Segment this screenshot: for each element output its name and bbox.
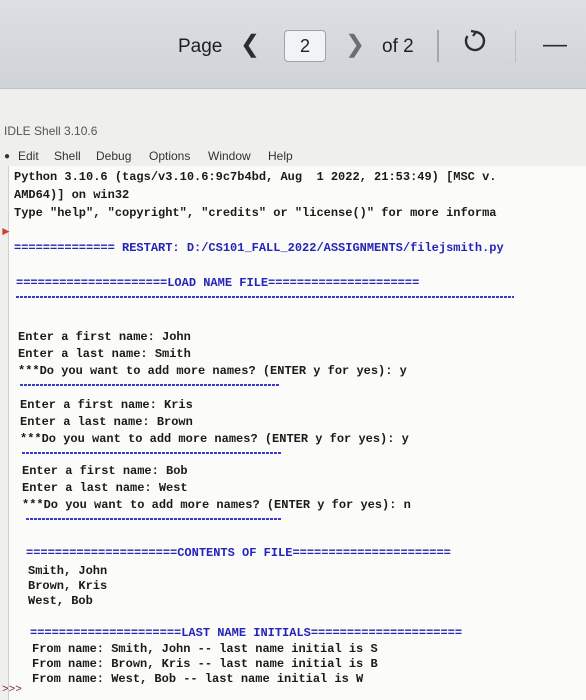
menu-window[interactable]: Window (208, 149, 251, 163)
previous-page-icon[interactable]: ❮ (240, 30, 260, 59)
separator-line (20, 384, 280, 386)
last-name-prompt: Enter a last name: West (22, 481, 188, 495)
restart-line: ============== RESTART: D:/CS101_FALL_20… (14, 241, 504, 255)
shell-prompt[interactable]: >>> (2, 684, 22, 696)
first-name-prompt: Enter a first name: Bob (22, 464, 188, 478)
help-hint-line: Type "help", "copyright", "credits" or "… (14, 206, 497, 220)
first-name-prompt: Enter a first name: Kris (20, 398, 193, 412)
page-label: Page (178, 36, 223, 57)
initial-result-line: From name: West, Bob -- last name initia… (32, 672, 364, 686)
contents-of-file-heading: =====================CONTENTS OF FILE===… (26, 546, 451, 560)
platform-line: AMD64)] on win32 (14, 188, 130, 202)
last-name-prompt: Enter a last name: Smith (18, 347, 191, 361)
add-more-prompt: ***Do you want to add more names? (ENTER… (22, 498, 411, 512)
initial-result-line: From name: Brown, Kris -- last name init… (32, 657, 378, 671)
page-count-label: of 2 (382, 36, 414, 57)
menu-bullet-icon: ● (4, 151, 11, 162)
separator-line (22, 452, 282, 454)
last-name-prompt: Enter a last name: Brown (20, 415, 193, 429)
page-number-input[interactable]: 2 (284, 30, 326, 62)
pdf-toolbar: Page ❮ 2 ❯ of 2 — (0, 0, 586, 89)
menu-help[interactable]: Help (268, 149, 293, 163)
initial-result-line: From name: Smith, John -- last name init… (32, 642, 378, 656)
add-more-prompt: ***Do you want to add more names? (ENTER… (20, 432, 409, 446)
first-name-prompt: Enter a first name: John (18, 330, 191, 344)
toolbar-divider (437, 30, 439, 62)
add-more-prompt: ***Do you want to add more names? (ENTER… (18, 364, 407, 378)
menu-bar: ● Edit Shell Debug Options Window Help (0, 146, 586, 166)
file-content-line: Smith, John (28, 564, 108, 578)
toolbar-divider (515, 30, 516, 62)
file-content-line: Brown, Kris (28, 579, 108, 593)
separator-line (26, 518, 282, 520)
load-name-file-heading: =====================LOAD NAME FILE=====… (16, 276, 420, 290)
python-version-line: Python 3.10.6 (tags/v3.10.6:9c7b4bd, Aug… (14, 170, 497, 184)
idle-titlebar: IDLE Shell 3.10.6 (0, 120, 586, 144)
file-content-line: West, Bob (28, 594, 93, 608)
cursor-marker-icon: ► (0, 224, 12, 238)
rotate-icon[interactable] (462, 28, 488, 54)
menu-shell[interactable]: Shell (54, 149, 81, 163)
menu-debug[interactable]: Debug (96, 149, 131, 163)
window-title: IDLE Shell 3.10.6 (4, 124, 98, 138)
separator-line (16, 296, 514, 298)
last-name-initials-heading: =====================LAST NAME INITIALS=… (30, 626, 463, 640)
menu-edit[interactable]: Edit (18, 149, 39, 163)
zoom-out-icon[interactable]: — (543, 31, 567, 59)
menu-options[interactable]: Options (149, 149, 190, 163)
next-page-icon[interactable]: ❯ (345, 30, 365, 59)
